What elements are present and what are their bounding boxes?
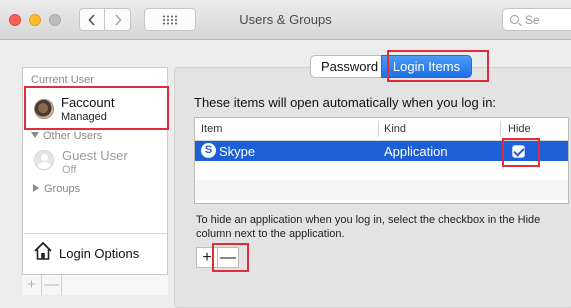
hide-help-text: To hide an application when you log in, … — [196, 213, 566, 241]
search-placeholder: Se — [525, 13, 540, 27]
highlight-hide-checkbox — [502, 138, 540, 167]
window-title: Users & Groups — [239, 12, 332, 27]
other-users-header[interactable]: Other Users — [31, 130, 102, 142]
add-user-button[interactable]: + — [22, 275, 42, 295]
highlight-login-items-tab — [387, 50, 489, 82]
title-bar: Users & Groups Se — [0, 0, 571, 40]
empty-row — [195, 180, 568, 200]
search-field[interactable]: Se — [502, 8, 571, 31]
highlight-remove-button — [212, 243, 249, 272]
help-line-1: To hide an application when you log in, … — [196, 214, 541, 226]
groups-item[interactable]: Groups — [33, 183, 80, 195]
other-users-label: Other Users — [43, 130, 103, 142]
disclosure-down-icon — [31, 132, 39, 138]
item-name: Skype — [219, 144, 256, 159]
item-kind: Application — [384, 144, 448, 159]
column-divider — [500, 121, 501, 137]
column-divider — [378, 121, 379, 137]
remove-user-button[interactable]: — — [42, 275, 62, 295]
guest-user-item[interactable]: Guest User — [62, 148, 128, 163]
column-header-hide[interactable]: Hide — [508, 123, 531, 135]
disclosure-right-icon — [33, 184, 39, 192]
groups-label: Groups — [44, 183, 81, 195]
login-options-label: Login Options — [59, 246, 140, 261]
search-icon — [510, 15, 519, 24]
skype-icon: S — [201, 143, 216, 158]
tab-password[interactable]: Password — [310, 55, 382, 78]
sidebar-add-remove-bar: + — — [22, 274, 168, 295]
highlight-current-user — [24, 86, 169, 130]
column-header-item[interactable]: Item — [201, 123, 222, 135]
guest-user-status: Off — [62, 164, 77, 176]
column-header-kind[interactable]: Kind — [384, 123, 406, 135]
help-line-2: column next to the application. — [196, 228, 345, 240]
current-user-header: Current User — [31, 74, 94, 86]
login-items-intro: These items will open automatically when… — [194, 95, 497, 110]
login-options-item[interactable]: Login Options — [24, 233, 167, 270]
guest-avatar-icon — [34, 150, 54, 170]
house-icon — [34, 241, 52, 260]
